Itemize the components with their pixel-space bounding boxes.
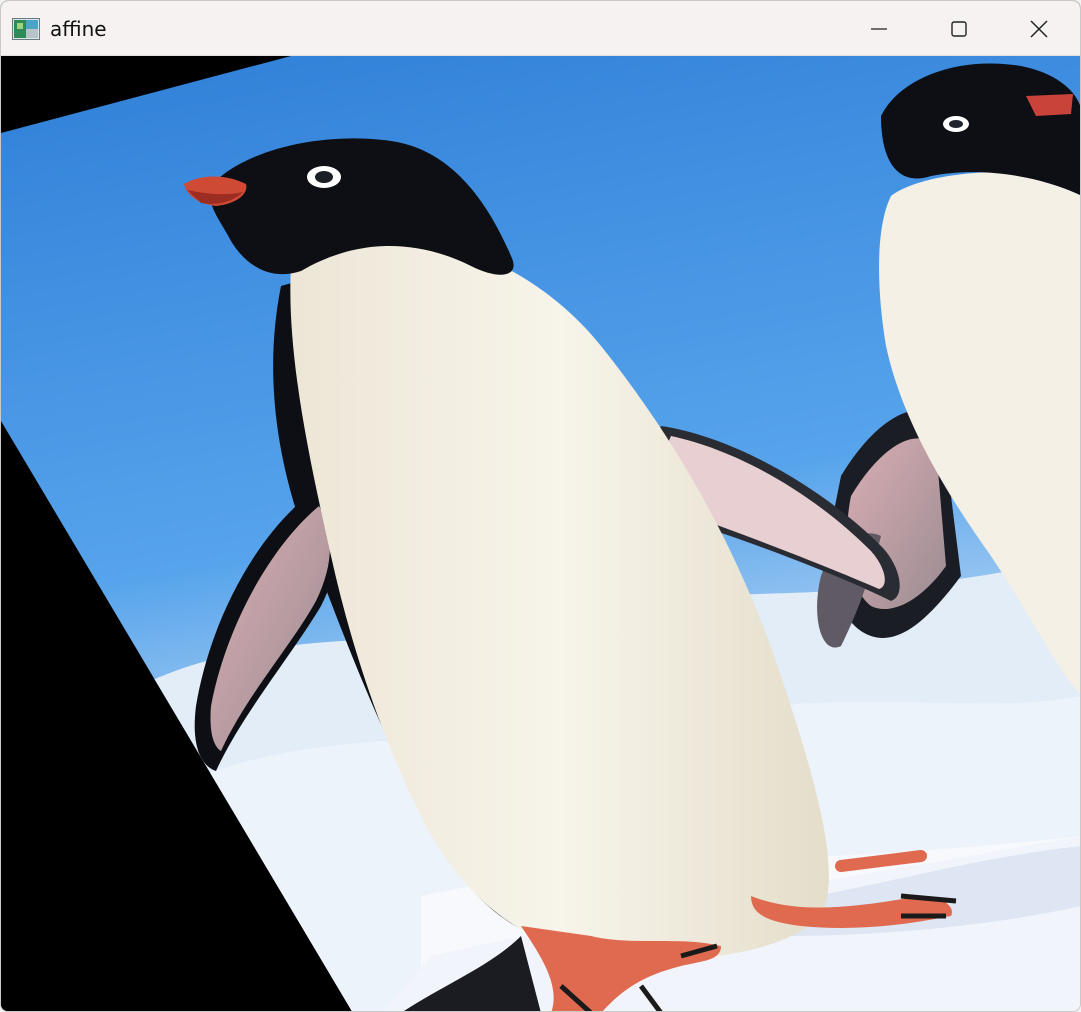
close-icon xyxy=(1029,19,1049,39)
minimize-button[interactable] xyxy=(839,1,919,56)
opencv-window-icon xyxy=(12,18,40,40)
penguins-affine-image xyxy=(1,56,1080,1011)
minimize-icon xyxy=(870,20,888,38)
close-button[interactable] xyxy=(999,1,1079,56)
maximize-icon xyxy=(950,20,968,38)
app-window: affine xyxy=(0,0,1081,1012)
title-bar[interactable]: affine xyxy=(1,1,1080,56)
window-title: affine xyxy=(50,17,107,41)
maximize-button[interactable] xyxy=(919,1,999,56)
image-canvas xyxy=(1,56,1080,1011)
